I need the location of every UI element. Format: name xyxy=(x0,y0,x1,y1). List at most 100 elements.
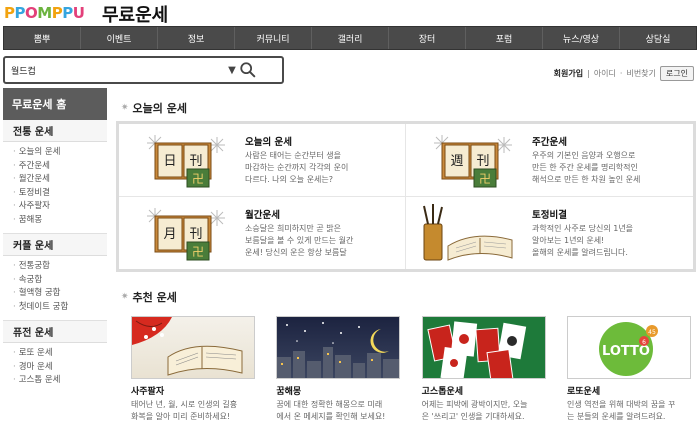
lotto-illustration-icon: LOTTO 6 45 xyxy=(566,316,691,379)
sidebar-item[interactable]: 월간운세 xyxy=(13,173,107,187)
recommend-item-desc: 에서 온 메세지를 확인해 보세요! xyxy=(276,412,386,421)
book-char: 刊 xyxy=(189,154,202,169)
daily-item-desc: 다르다. 나의 오늘 운세는? xyxy=(245,174,334,184)
star-icon: ✷ xyxy=(121,103,129,113)
search-dropdown-caret[interactable]: ▼ xyxy=(225,65,239,76)
nav-consult[interactable]: 상담실 xyxy=(620,27,696,49)
logo-text: PPOMPPU xyxy=(4,4,85,22)
search-input[interactable] xyxy=(5,65,225,75)
daily-item-desc: 해석으로 만든 한 차원 높인 운세 xyxy=(532,174,641,184)
page-title: 무료운세 xyxy=(102,5,169,26)
lotto-badge: 45 xyxy=(648,329,656,336)
ppomppu-logo[interactable]: PPOMPPU xyxy=(4,4,85,22)
daily-fortune-item[interactable]: 日 刊 卍 오늘의 운세 사람은 태어는 순간부터 생을 마감하는 순간까지 각… xyxy=(119,124,406,197)
sidebar-section-traditional: 전통 운세 오늘의 운세 주간운세 월간운세 토정비결 사주팔자 꿈해몽 xyxy=(3,120,107,234)
nav-info[interactable]: 정보 xyxy=(158,27,235,49)
sidebar-item[interactable]: 경마 운세 xyxy=(13,361,107,375)
daily-item-desc: 알아보는 1년의 운세! xyxy=(532,235,605,245)
hwatu-cards-illustration-icon xyxy=(421,316,546,379)
sidebar-item[interactable]: 꿈해몽 xyxy=(13,214,107,228)
recommend-item-desc: 태어난 년, 월, 시로 인생의 길흉 xyxy=(131,400,238,409)
recommend-section-label: 추천 운세 xyxy=(132,291,177,304)
book-illustration-icon: 週 刊 卍 xyxy=(412,129,524,191)
sidebar-item[interactable]: 혈액형 궁합 xyxy=(13,287,107,301)
sidebar-section-couple: 커플 운세 전통궁합 속궁합 혈액형 궁합 첫데이트 궁합 xyxy=(3,234,107,321)
nav-community[interactable]: 커뮤니티 xyxy=(235,27,312,49)
sidebar-item[interactable]: 주간운세 xyxy=(13,160,107,174)
logo-letter: M xyxy=(37,4,52,22)
book-char: 日 xyxy=(163,154,176,169)
nav-event[interactable]: 이벤트 xyxy=(81,27,158,49)
recommend-item-title: 로또운세 xyxy=(566,387,601,397)
daily-item-desc: 운세! 당신의 운은 항상 보름달 xyxy=(245,247,347,257)
recommend-item[interactable]: LOTTO 6 45 로또운세 인생 역전을 위해 대박의 꿈을 꾸 는 분들의… xyxy=(566,316,691,423)
sidebar-section-title[interactable]: 전통 운세 xyxy=(3,120,107,142)
login-button[interactable]: 로그인 xyxy=(659,66,694,81)
sidebar-item[interactable]: 토정비결 xyxy=(13,187,107,201)
book-illustration-icon: 月 刊 卍 xyxy=(125,202,237,264)
daily-item-title: 월간운세 xyxy=(245,209,280,221)
recommend-section-title: ✷ 추천 운세 xyxy=(121,289,177,305)
recommend-item-desc: 는 분들의 운세를 알려드려요. xyxy=(566,412,666,421)
daily-fortune-item[interactable]: 토정비결 과학적인 사주로 당신의 1년을 알아보는 1년의 운세! 올해의 운… xyxy=(406,197,693,270)
join-link[interactable]: 회원가입 xyxy=(554,68,583,79)
book-char: 刊 xyxy=(189,227,202,242)
daily-item-desc: 만든 한 주간 운세를 명리학적인 xyxy=(532,162,638,172)
book-char: 月 xyxy=(163,227,176,242)
password-find-link[interactable]: 비번찾기 xyxy=(626,68,655,79)
recommend-item[interactable]: 꿈해몽 꿈에 대한 정확한 해몽으로 미래 에서 온 메세지를 확인해 보세요! xyxy=(276,316,401,423)
daily-item-title: 주간운세 xyxy=(532,136,567,148)
svg-text:卍: 卍 xyxy=(479,172,491,186)
sidebar-item[interactable]: 속궁합 xyxy=(13,274,107,288)
separator: | xyxy=(587,69,590,78)
sidebar-item[interactable]: 고스톱 운세 xyxy=(13,374,107,388)
saju-illustration-icon xyxy=(131,316,255,379)
sidebar-section-title[interactable]: 퓨전 운세 xyxy=(3,321,107,343)
daily-item-desc: 사람은 태어는 순간부터 생을 xyxy=(245,150,341,160)
nav-market[interactable]: 장터 xyxy=(389,27,466,49)
nav-ppomppu[interactable]: 뽐뿌 xyxy=(4,27,81,49)
book-char: 週 xyxy=(450,154,463,169)
svg-text:卍: 卍 xyxy=(192,172,204,186)
search-icon[interactable] xyxy=(239,59,261,81)
sidebar-home[interactable]: 무료운세 홈 xyxy=(3,88,107,120)
recommend-item-desc: 어제는 피박에 광박이지만, 오늘 xyxy=(421,400,528,409)
brush-book-illustration-icon xyxy=(412,202,524,264)
daily-item-desc: 과학적인 사주로 당신의 1년을 xyxy=(532,223,634,233)
sidebar-item[interactable]: 오늘의 운세 xyxy=(13,146,107,160)
sidebar-item[interactable]: 전통궁합 xyxy=(13,260,107,274)
svg-text:卍: 卍 xyxy=(192,245,204,259)
book-illustration-icon: 日 刊 卍 xyxy=(125,129,237,191)
logo-letter: U xyxy=(72,4,85,22)
search-box: ▼ xyxy=(3,56,284,84)
sidebar: 무료운세 홈 전통 운세 오늘의 운세 주간운세 월간운세 토정비결 사주팔자 … xyxy=(3,88,107,427)
daily-fortune-item[interactable]: 週 刊 卍 주간운세 우주의 기본인 음양과 오행으로 만든 한 주간 운세를 … xyxy=(406,124,693,197)
recommend-item-desc: 꿈에 대한 정확한 해몽으로 미래 xyxy=(276,400,383,409)
sidebar-item[interactable]: 사주팔자 xyxy=(13,200,107,214)
nav-gallery[interactable]: 갤러리 xyxy=(312,27,389,49)
daily-item-title: 토정비결 xyxy=(532,209,567,221)
recommend-item-title: 사주팔자 xyxy=(131,387,165,397)
recommend-item-desc: 인생 역전을 위해 대박의 꿈을 꾸 xyxy=(566,400,676,409)
daily-fortune-item[interactable]: 月 刊 卍 월간운세 소승달은 희미하지만 곧 밝은 보름달을 볼 수 있게 만… xyxy=(119,196,406,269)
recommend-item-desc: 은 '쓰리고' 인생을 기대하세요. xyxy=(421,412,525,421)
top-navigation: 뽐뿌 이벤트 정보 커뮤니티 갤러리 장터 포럼 뉴스/영상 상담실 xyxy=(3,26,697,50)
recommend-item[interactable]: 고스톱운세 어제는 피박에 광박이지만, 오늘 은 '쓰리고' 인생을 기대하세… xyxy=(421,316,546,423)
id-find-link[interactable]: 아이디 xyxy=(594,68,616,79)
book-char: 刊 xyxy=(476,154,489,169)
logo-letter: P xyxy=(51,4,63,22)
daily-item-title: 오늘의 운세 xyxy=(245,136,293,148)
sidebar-item[interactable]: 로또 운세 xyxy=(13,347,107,361)
logo-letter: P xyxy=(62,4,73,22)
sidebar-section-fusion: 퓨전 운세 로또 운세 경마 운세 고스톱 운세 xyxy=(3,321,107,394)
sidebar-item[interactable]: 첫데이트 궁합 xyxy=(13,301,107,315)
daily-item-desc: 우주의 기본인 음양과 오행으로 xyxy=(532,150,636,160)
separator: · xyxy=(619,69,623,78)
sidebar-section-title[interactable]: 커플 운세 xyxy=(3,234,107,256)
daily-fortune-box: 日 刊 卍 오늘의 운세 사람은 태어는 순간부터 생을 마감하는 순간까지 각… xyxy=(116,121,696,272)
recommend-item[interactable]: 사주팔자 태어난 년, 월, 시로 인생의 길흉 화복을 알아 미리 준비하세요… xyxy=(131,316,255,423)
nav-forum[interactable]: 포럼 xyxy=(466,27,543,49)
daily-item-desc: 올해의 운세를 알려드립니다. xyxy=(532,247,628,257)
recommend-list: 사주팔자 태어난 년, 월, 시로 인생의 길흉 화복을 알아 미리 준비하세요… xyxy=(131,316,691,423)
nav-news[interactable]: 뉴스/영상 xyxy=(543,27,620,49)
